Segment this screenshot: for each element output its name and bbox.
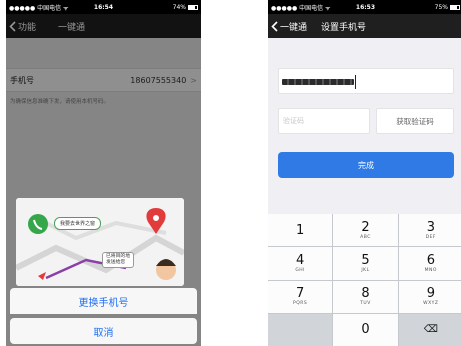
battery-indicator: 74% bbox=[136, 4, 198, 11]
key-0[interactable]: 0 bbox=[333, 313, 398, 346]
phone-number-field[interactable] bbox=[278, 68, 454, 94]
get-code-button[interactable]: 获取验证码 bbox=[376, 108, 454, 134]
key-letters: ABC bbox=[360, 234, 371, 240]
key-digit: 8 bbox=[361, 286, 370, 302]
nav-bar: 一键通 设置手机号 bbox=[268, 14, 461, 38]
key-5[interactable]: 5 JKL bbox=[333, 247, 398, 280]
back-label: 一键通 bbox=[280, 22, 308, 33]
key-1[interactable]: 1 bbox=[268, 214, 333, 247]
key-letters: TUV bbox=[360, 301, 371, 307]
key-letters: DEF bbox=[425, 234, 437, 240]
status-bar: ●●●●● 中国电信 ᯤ 16:53 75% bbox=[268, 0, 461, 14]
change-phone-button[interactable]: 更换手机号 bbox=[10, 288, 197, 314]
key-digit: 7 bbox=[296, 286, 305, 302]
status-time: 16:53 bbox=[355, 3, 376, 11]
carrier-label: ●●●●● 中国电信 ᯤ bbox=[9, 4, 69, 12]
speech-bubble-2: 已将目的地 发送给您 bbox=[102, 252, 134, 269]
key-digit: 0 bbox=[361, 322, 370, 338]
key-digit: 9 bbox=[426, 286, 435, 302]
key-digit: 1 bbox=[296, 222, 305, 238]
phone-call-icon bbox=[28, 214, 48, 234]
status-time: 16:54 bbox=[93, 3, 114, 11]
battery-percent: 75% bbox=[434, 3, 448, 11]
right-screen: ●●●●● 中国电信 ᯤ 16:53 75% 一键通 设置手机号 验证码 获取验… bbox=[268, 0, 461, 346]
key-2[interactable]: 2 ABC bbox=[333, 214, 398, 247]
key-7[interactable]: 7 PQRS bbox=[268, 280, 333, 313]
key-letters: WXYZ bbox=[423, 301, 439, 307]
delete-key[interactable]: ⌫ bbox=[398, 313, 461, 346]
numeric-keypad: 1 2 ABC 3 DEF 4 GHI 5 JKL 6 MNO 7 PQRS 8 TUV 9 WXYZ 0 ⌫ bbox=[268, 214, 461, 346]
key-digit: 5 bbox=[361, 252, 370, 268]
battery-indicator: 75% bbox=[398, 4, 460, 11]
key-letters: MNO bbox=[424, 267, 437, 273]
chevron-left-icon bbox=[271, 20, 278, 32]
battery-percent: 74% bbox=[172, 3, 186, 11]
done-button[interactable]: 完成 bbox=[278, 152, 454, 178]
key-9[interactable]: 9 WXYZ bbox=[398, 280, 461, 313]
back-button[interactable]: 一键通 bbox=[268, 20, 307, 33]
cancel-button[interactable]: 取消 bbox=[10, 318, 197, 344]
key-letters: PQRS bbox=[293, 301, 308, 307]
text-cursor bbox=[355, 75, 356, 89]
key-letters: JKL bbox=[361, 267, 370, 273]
promo-illustration: 我要去世界之窗 已将目的地 发送给您 bbox=[16, 198, 184, 286]
key-digit: 3 bbox=[426, 219, 435, 235]
carrier-label: ●●●●● 中国电信 ᯤ bbox=[271, 4, 331, 12]
battery-icon bbox=[187, 4, 198, 10]
battery-icon bbox=[449, 4, 460, 10]
key-3[interactable]: 3 DEF bbox=[398, 214, 461, 247]
speech-bubble-1: 我要去世界之窗 bbox=[54, 217, 102, 230]
backspace-icon: ⌫ bbox=[423, 323, 438, 335]
page-title: 设置手机号 bbox=[321, 22, 367, 33]
key-digit: 4 bbox=[296, 252, 305, 268]
map-illustration bbox=[16, 198, 184, 286]
left-screen: ●●●●● 中国电信 ᯤ 16:54 74% 功能 一键通 手机号 186075… bbox=[6, 0, 201, 346]
verification-code-field[interactable]: 验证码 bbox=[278, 108, 370, 134]
status-bar: ●●●●● 中国电信 ᯤ 16:54 74% bbox=[6, 0, 201, 14]
key-letters: GHI bbox=[295, 267, 306, 273]
key-4[interactable]: 4 GHI bbox=[268, 247, 333, 280]
key-8[interactable]: 8 TUV bbox=[333, 280, 398, 313]
keypad-blank bbox=[268, 313, 333, 346]
key-digit: 6 bbox=[426, 252, 435, 268]
key-6[interactable]: 6 MNO bbox=[398, 247, 461, 280]
key-digit: 2 bbox=[361, 219, 370, 235]
redacted-phone-number bbox=[282, 79, 354, 85]
